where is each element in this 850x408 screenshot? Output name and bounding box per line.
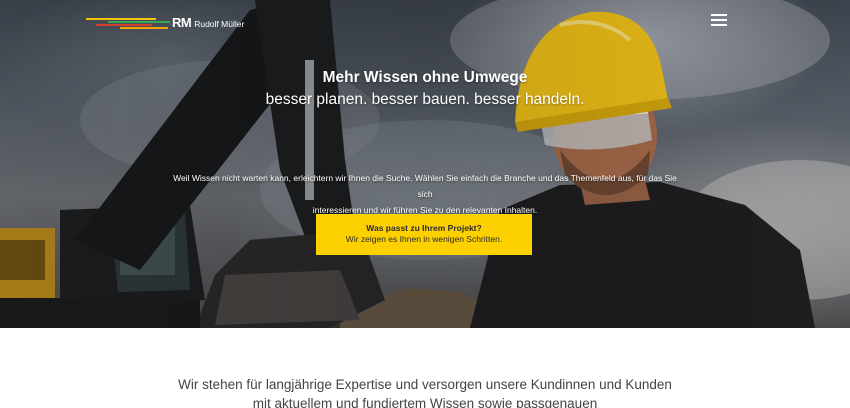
intro-lead-text: Wir stehen für langjährige Expertise und… xyxy=(0,375,850,408)
hero-subheadline: besser planen. besser bauen. besser hand… xyxy=(265,91,585,108)
hero-overlay xyxy=(0,0,850,328)
lead-line-2: mit aktuellem und fundiertem Wissen sowi… xyxy=(252,396,598,408)
hero-headline-block: Mehr Wissen ohne Umwege besser planen. b… xyxy=(0,68,850,110)
hero-banner: RM Rudolf Müller Mehr Wissen ohne Umwege… xyxy=(0,0,850,328)
page: RM Rudolf Müller Mehr Wissen ohne Umwege… xyxy=(0,0,850,408)
logo-mark: RM xyxy=(172,14,192,30)
hero-intro-line-1: Weil Wissen nicht warten kann, erleichte… xyxy=(173,173,677,199)
cta-subtitle: Wir zeigen es Ihnen in wenigen Schritten… xyxy=(345,234,503,244)
logo-stripes xyxy=(86,15,170,29)
hero-intro-text: Weil Wissen nicht warten kann, erleichte… xyxy=(170,170,680,218)
lead-line-1: Wir stehen für langjährige Expertise und… xyxy=(178,377,672,392)
logo-company-name: Rudolf Müller xyxy=(194,18,245,29)
hamburger-menu-icon[interactable] xyxy=(711,14,727,28)
project-finder-button[interactable]: Was passt zu Ihrem Projekt? Wir zeigen e… xyxy=(316,214,532,255)
logo-link[interactable]: RM Rudolf Müller xyxy=(86,14,244,30)
logo-text: RM Rudolf Müller xyxy=(172,15,244,30)
hero-headline: Mehr Wissen ohne Umwege xyxy=(322,69,528,86)
cta-title: Was passt zu Ihrem Projekt? xyxy=(366,223,482,233)
